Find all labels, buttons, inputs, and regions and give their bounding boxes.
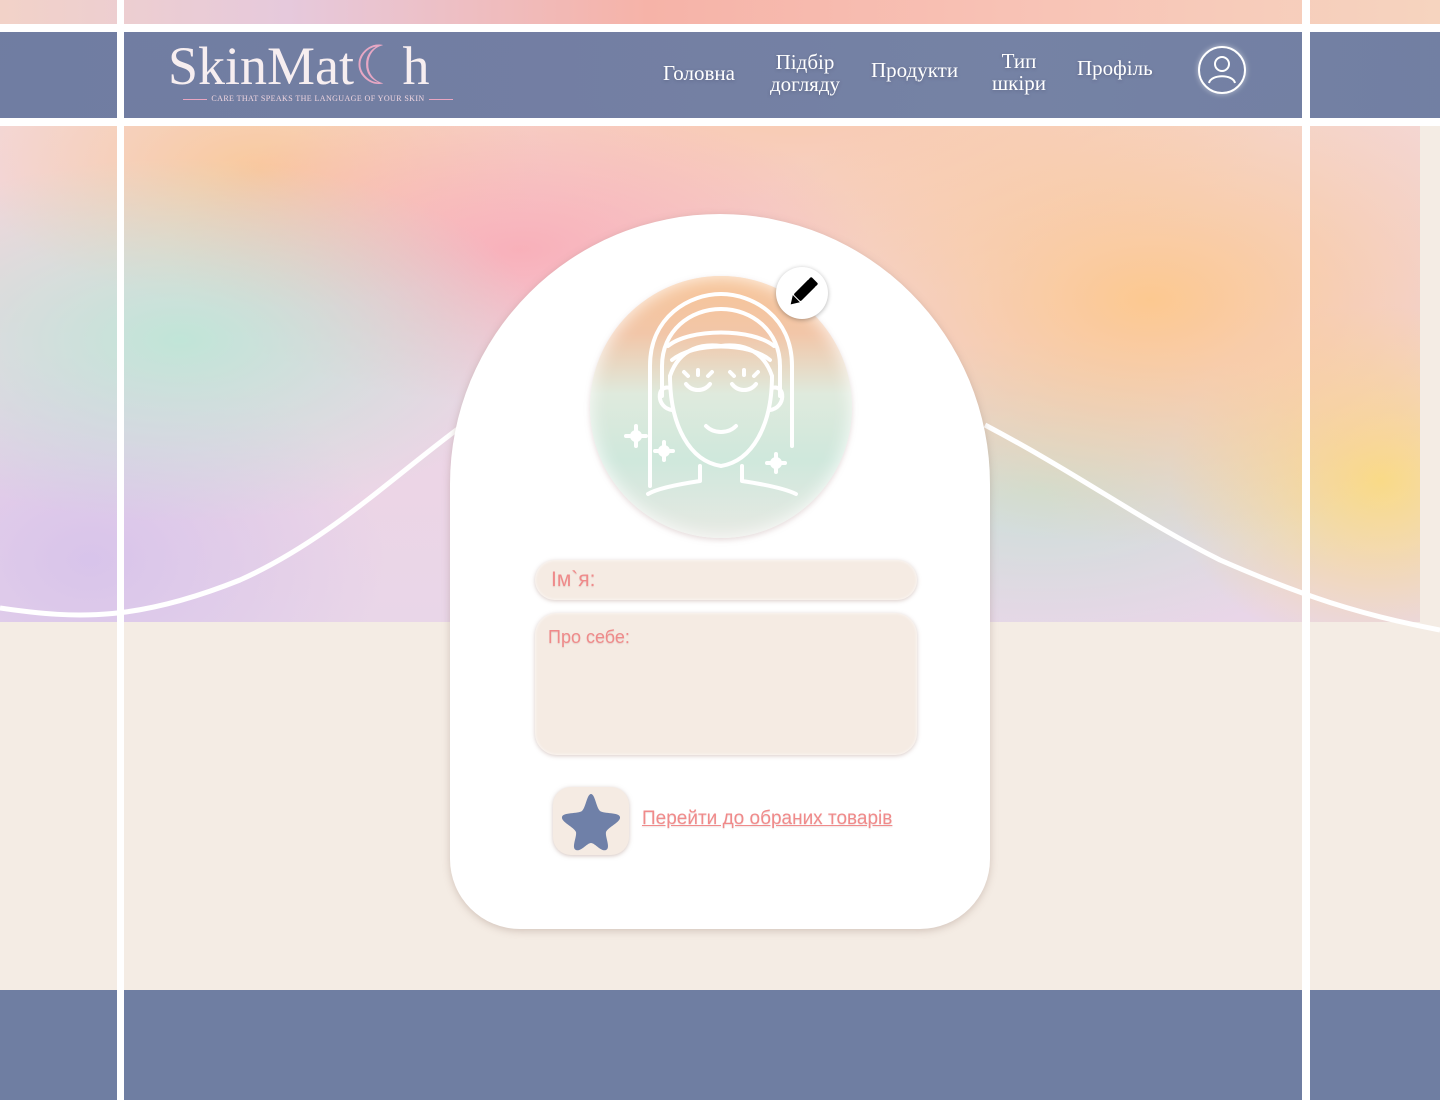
pencil-icon [790, 277, 818, 305]
footer [0, 990, 1440, 1100]
nav-link-care-line1: Підбір [775, 50, 835, 74]
nav-link-products[interactable]: Продукти [871, 59, 958, 81]
name-input[interactable] [535, 560, 917, 600]
divider-line [0, 118, 1440, 126]
nav-link-skin-type[interactable]: Тип шкіри [990, 50, 1048, 94]
nav-link-skin-line2: шкіри [992, 71, 1046, 95]
grid-line [1302, 0, 1310, 1100]
favorites-link[interactable]: Перейти до обраних товарів [642, 808, 892, 830]
user-circle-icon [1208, 56, 1236, 84]
star-icon [561, 794, 621, 851]
nav-link-home[interactable]: Головна [663, 62, 735, 84]
nav-link-skin-line1: Тип [1001, 49, 1037, 73]
nav-link-care-selection[interactable]: Підбір догляду [766, 51, 844, 95]
grid-line [117, 0, 124, 1100]
nav-link-profile[interactable]: Профіль [1077, 57, 1153, 79]
about-textarea[interactable] [535, 613, 917, 755]
logo[interactable]: SkinMat☾h CARE THAT SPEAKS THE LANGUAGE … [168, 38, 468, 104]
logo-tagline: CARE THAT SPEAKS THE LANGUAGE OF YOUR SK… [168, 94, 468, 103]
top-gradient-strip [0, 0, 1440, 24]
logo-wordmark: SkinMat☾h [168, 36, 430, 96]
nav-link-care-line2: догляду [769, 72, 841, 96]
divider-line [0, 24, 1440, 32]
favorites-button[interactable] [553, 787, 629, 855]
edit-photo-button[interactable] [776, 267, 828, 319]
account-button[interactable] [1198, 46, 1246, 94]
moon-icon: ☾ [354, 36, 403, 96]
